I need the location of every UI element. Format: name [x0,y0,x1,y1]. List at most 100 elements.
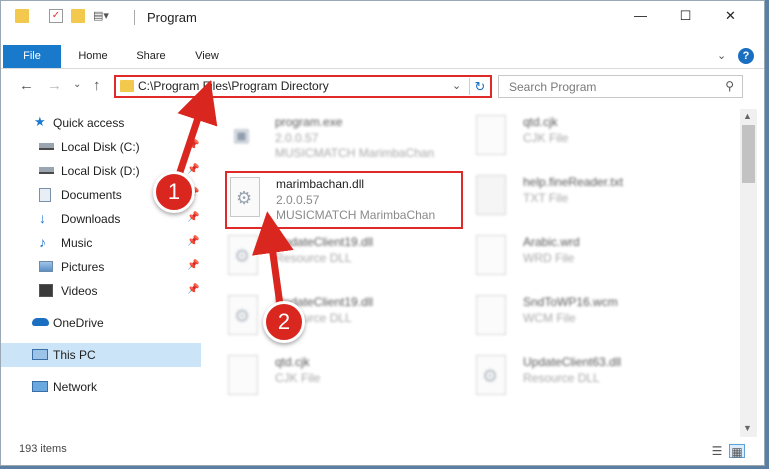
file-icon [476,115,506,155]
sidebar-item-local-disk-c[interactable]: Local Disk (C:) 📌 [1,135,201,159]
sidebar-item-music[interactable]: ♪ Music 📌 [1,231,201,255]
exe-file-icon: ▣ [233,125,251,145]
dll-file-icon: ⚙ [476,355,506,395]
sidebar-item-label: This PC [53,348,96,362]
pin-icon: 📌 [187,212,200,223]
file-icon [476,295,506,335]
file-name: qtd.cjk [275,355,310,369]
file-name: SndToWP16.wcm [523,295,618,309]
address-dropdown-icon[interactable]: ⌄ [452,79,461,92]
item-count: 193 items [19,443,67,455]
sidebar-item-label: Local Disk (D:) [61,164,140,178]
file-item[interactable]: ⚙ UpdateClient63.dll Resource DLL [454,351,692,409]
file-name: Arabic.wrd [523,235,580,249]
minimize-button[interactable]: — [618,1,663,31]
sidebar-item-onedrive[interactable]: OneDrive [1,311,201,335]
sidebar-item-pictures[interactable]: Pictures 📌 [1,255,201,279]
scroll-up-icon[interactable]: ▲ [743,111,752,121]
maximize-button[interactable]: ☐ [663,1,708,31]
text-file-icon [476,175,506,215]
properties-icon[interactable]: ✓ [49,9,63,23]
vertical-scrollbar[interactable]: ▲ ▼ [740,109,757,437]
tab-file[interactable]: File [3,45,61,68]
gear-icon: ⚙ [234,306,251,326]
address-path[interactable]: C:\Program Files\Program Directory [138,79,329,93]
sidebar-item-quick-access[interactable]: ★ Quick access [1,111,201,135]
folder-icon [120,80,134,92]
search-icon[interactable]: ⚲ [725,79,734,93]
step-badge-1: 1 [153,171,195,213]
gear-icon: ⚙ [482,366,499,386]
step-badge-2: 2 [263,301,305,343]
help-button[interactable]: ? [738,48,754,64]
file-name: UpdateClient63.dll [523,355,622,369]
sidebar-item-label: Local Disk (C:) [61,140,140,154]
new-folder-icon[interactable] [71,9,85,23]
customize-toolbar-icon[interactable]: ▤▾ [93,9,115,23]
pictures-icon [39,261,53,272]
drive-icon [39,143,54,150]
scrollbar-thumb[interactable] [742,125,755,183]
file-icon [228,355,258,395]
file-item[interactable]: qtd.cjk CJK File [206,351,444,409]
file-item[interactable]: SndToWP16.wcm WCM File [454,291,692,349]
file-name: marimbachan.dll [276,177,365,191]
folder-icon[interactable] [15,9,29,23]
close-button[interactable]: ✕ [708,1,753,31]
sidebar-item-network[interactable]: Network [1,375,201,399]
refresh-icon[interactable]: ↻ [469,78,490,95]
file-item[interactable]: Arabic.wrd WRD File [454,231,692,289]
sidebar-item-label: Network [53,380,98,394]
download-icon: ↓ [39,210,46,226]
file-item[interactable]: ▣ program.exe 2.0.0.57 MUSICMATCH Marimb… [206,111,444,169]
tab-share[interactable]: Share [127,45,175,68]
large-icons-view-icon[interactable]: ▦ [729,444,745,459]
back-button[interactable]: ← [19,77,34,94]
file-type: WCM File [523,311,576,325]
window-title: Program [147,10,197,25]
file-item-highlighted[interactable]: ⚙ marimbachan.dll 2.0.0.57 MUSICMATCH Ma… [225,171,463,229]
dll-file-icon: ⚙ [228,295,258,335]
tab-home[interactable]: Home [69,45,117,68]
star-icon: ★ [34,114,46,129]
file-type: Resource DLL [523,371,600,385]
file-item[interactable]: help.fineReader.txt TXT File [454,171,692,229]
file-item[interactable]: ⚙ UpdateClient19.dll Resource DLL [206,291,444,349]
scroll-down-icon[interactable]: ▼ [743,423,752,433]
forward-button[interactable]: → [47,77,62,94]
sidebar-item-label: Videos [61,284,98,298]
search-input[interactable] [499,76,714,97]
sidebar-item-videos[interactable]: Videos 📌 [1,279,201,303]
sidebar-item-label: OneDrive [53,316,104,330]
sidebar-item-label: Pictures [61,260,105,274]
dll-file-icon: ⚙ [228,235,258,275]
up-button[interactable]: ↑ [93,77,101,94]
documents-icon [39,188,51,202]
sidebar-item-this-pc[interactable]: This PC [1,343,201,367]
navigation-bar: ← → ⌄ ↑ C:\Program Files\Program Directo… [1,71,764,103]
cloud-icon [32,318,49,326]
navigation-pane: ★ Quick access Local Disk (C:) 📌 Local D… [1,111,201,441]
file-type: Resource DLL [275,251,352,265]
file-version: 2.0.0.57 [276,193,320,207]
gear-icon: ⚙ [236,188,253,208]
file-item[interactable]: qtd.cjk CJK File [454,111,692,169]
address-bar[interactable]: C:\Program Files\Program Directory ⌄ ↻ [114,75,492,98]
status-bar: 193 items ☰ ▦ [1,441,764,465]
expand-ribbon-icon[interactable]: ⌄ [717,49,726,62]
file-type: CJK File [275,371,321,385]
ribbon-tabs: File Home Share View ⌄ ? [1,45,764,69]
file-name: qtd.cjk [523,115,558,129]
details-view-icon[interactable]: ☰ [709,444,725,458]
recent-locations-button[interactable]: ⌄ [73,79,81,90]
computer-icon [32,349,48,360]
file-name: UpdateClient19.dll [275,235,374,249]
file-list: ▣ program.exe 2.0.0.57 MUSICMATCH Marimb… [206,109,741,437]
file-item[interactable]: ⚙ UpdateClient19.dll Resource DLL [206,231,444,289]
tab-view[interactable]: View [183,45,231,68]
file-icon [476,235,506,275]
file-explorer-window: ✓ ▤▾ Program — ☐ ✕ File Home Share View … [0,0,765,466]
pin-icon: 📌 [187,260,200,271]
file-description: MUSICMATCH MarimbaChan [276,208,436,222]
search-box[interactable]: ⚲ [498,75,743,98]
